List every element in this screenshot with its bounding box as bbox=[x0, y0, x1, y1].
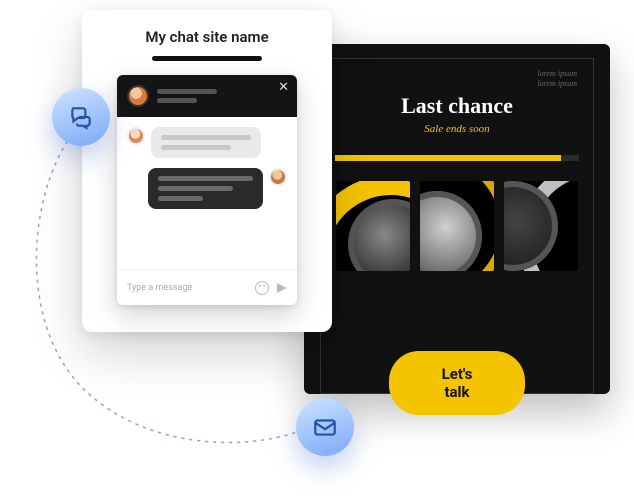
chat-input[interactable]: Type a message bbox=[127, 283, 247, 293]
chat-badge bbox=[52, 88, 110, 146]
avatar bbox=[269, 168, 287, 186]
send-icon[interactable] bbox=[277, 283, 287, 293]
chat-site-title: My chat site name bbox=[102, 28, 312, 46]
message-row-incoming bbox=[127, 127, 287, 158]
chat-bubbles-icon bbox=[68, 104, 94, 130]
chat-input-bar: Type a message bbox=[117, 269, 297, 305]
message-bubble bbox=[151, 127, 261, 158]
promo-title: Last chance bbox=[335, 93, 579, 119]
product-image bbox=[420, 181, 494, 271]
chat-window: ✕ Type a message bbox=[117, 75, 297, 305]
mail-badge bbox=[296, 398, 354, 456]
promo-progress-bar bbox=[335, 155, 579, 161]
message-bubble bbox=[148, 168, 263, 209]
promo-inner: lorem ipsum lorem ipsum Last chance Sale… bbox=[320, 58, 594, 394]
close-icon[interactable]: ✕ bbox=[278, 81, 289, 94]
promo-card: lorem ipsum lorem ipsum Last chance Sale… bbox=[304, 44, 610, 394]
chat-header-text bbox=[157, 89, 217, 103]
promo-meta-line: lorem ipsum bbox=[538, 69, 577, 79]
chat-body bbox=[117, 117, 297, 269]
emoji-icon[interactable] bbox=[255, 281, 269, 295]
product-image bbox=[504, 181, 578, 271]
promo-meta-line: lorem ipsum bbox=[538, 79, 577, 89]
chat-header: ✕ bbox=[117, 75, 297, 117]
promo-meta: lorem ipsum lorem ipsum bbox=[538, 69, 577, 90]
cta-button[interactable]: Let's talk bbox=[389, 351, 525, 415]
chat-card: My chat site name ✕ bbox=[82, 10, 332, 332]
promo-subtitle: Sale ends soon bbox=[335, 123, 579, 135]
message-row-outgoing bbox=[127, 168, 287, 209]
promo-image-row bbox=[335, 181, 579, 271]
product-image bbox=[336, 181, 410, 271]
avatar bbox=[127, 127, 145, 145]
mail-icon bbox=[312, 414, 338, 440]
avatar bbox=[127, 85, 149, 107]
title-underline bbox=[152, 56, 262, 61]
